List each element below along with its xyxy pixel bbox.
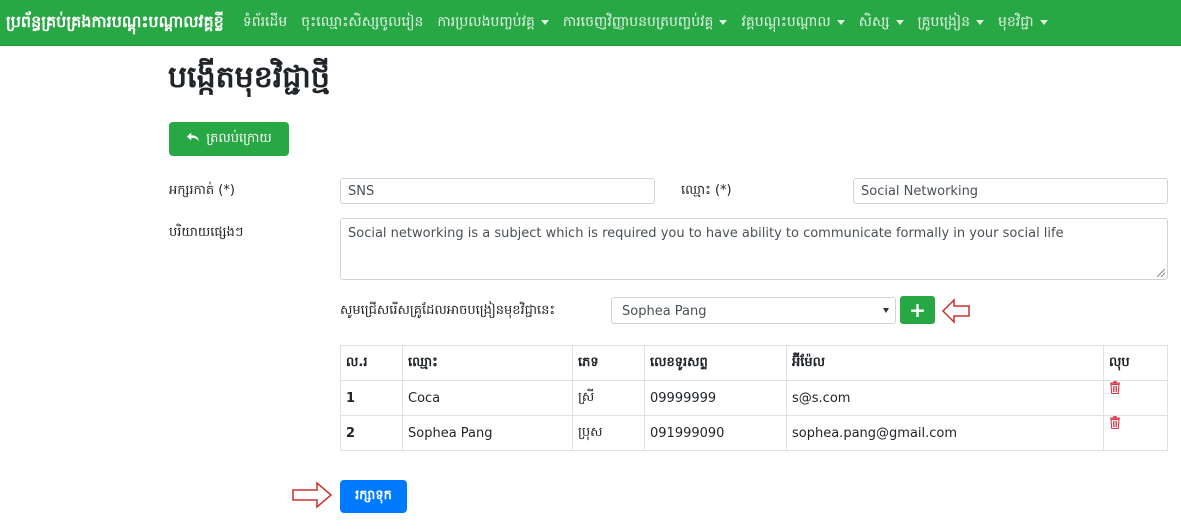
col-number-header: ល.រ	[340, 345, 403, 381]
description-label: បរិយាយផ្សេងៗ	[169, 225, 244, 240]
nav-teachers[interactable]: គ្រូបង្រៀន	[918, 12, 984, 33]
chevron-down-icon	[1039, 20, 1048, 25]
cell-name: Sophea Pang	[402, 415, 573, 451]
cell-email: sophea.pang@gmail.com	[786, 415, 1104, 451]
col-phone-header: លេខទូរសព្ទ	[644, 345, 787, 381]
back-button-label: ត្រលប់ក្រោយ	[206, 130, 272, 146]
name-input[interactable]: Social Networking	[853, 178, 1168, 204]
chevron-down-icon	[895, 20, 904, 25]
col-email-header: អ៊ីម៉ែល	[786, 345, 1104, 381]
cell-sex: ស្រី	[572, 380, 645, 416]
teacher-select-label: សូមជ្រើសរើសគ្រូដែលអាចបង្រៀនមុខវិជ្ជានេះ	[340, 303, 556, 318]
nav-enroll[interactable]: ចុះឈ្មោះសិស្សចូលរៀន	[301, 12, 423, 33]
col-delete-header: លុប	[1103, 345, 1168, 381]
table-row: 1 Coca ស្រី 09999999 s@s.com	[340, 380, 1168, 416]
col-sex-header: ភេទ	[572, 345, 645, 381]
nav-exam[interactable]: ការប្រលងបញ្ចប់វគ្គ	[437, 12, 549, 33]
chevron-down-icon	[540, 20, 549, 25]
teacher-select[interactable]: Sophea Pang	[611, 297, 896, 324]
nav-certificate[interactable]: ការចេញវិញ្ញាបនបត្របញ្ចប់វគ្គ	[563, 12, 728, 33]
name-label: ឈ្មោះ (*)	[681, 183, 732, 198]
description-textarea[interactable]: Social networking is a subject which is …	[340, 218, 1168, 280]
code-label: អក្សរកាត់ (*)	[169, 183, 235, 198]
cell-email: s@s.com	[786, 380, 1104, 416]
nav-subjects[interactable]: មុខវិជ្ជា	[998, 12, 1048, 33]
cell-phone: 09999999	[644, 380, 787, 416]
app-brand[interactable]: ប្រព័ន្ធគ្រប់គ្រងការបណ្តុះបណ្តាលវគ្គខ្លី	[6, 11, 224, 35]
reply-arrow-icon	[186, 130, 200, 148]
description-text: Social networking is a subject which is …	[348, 226, 1064, 241]
teachers-table: ល.រ ឈ្មោះ ភេទ លេខទូរសព្ទ អ៊ីម៉ែល លុប 1 C…	[340, 345, 1168, 451]
cell-number: 1	[340, 380, 403, 416]
cell-delete	[1103, 415, 1168, 451]
teacher-select-value: Sophea Pang	[622, 304, 707, 319]
trash-icon[interactable]	[1109, 381, 1121, 398]
cell-delete	[1103, 380, 1168, 416]
top-navbar: ប្រព័ន្ធគ្រប់គ្រងការបណ្តុះបណ្តាលវគ្គខ្លី…	[0, 0, 1181, 46]
nav-students[interactable]: សិស្ស	[859, 12, 904, 33]
chevron-down-icon	[719, 20, 728, 25]
cell-name: Coca	[402, 380, 573, 416]
chevron-down-icon	[976, 20, 984, 25]
page-title: បង្កើតមុខវិជ្ជាថ្មី	[168, 60, 330, 95]
table-header-row: ល.រ ឈ្មោះ ភេទ លេខទូរសព្ទ អ៊ីម៉ែល លុប	[340, 345, 1168, 381]
right-arrow-annotation-icon	[292, 481, 333, 509]
left-arrow-annotation-icon	[941, 298, 970, 324]
resize-handle-icon[interactable]	[1157, 269, 1165, 277]
add-teacher-button[interactable]: +	[900, 296, 935, 324]
code-input[interactable]: SNS	[340, 178, 655, 204]
save-button[interactable]: រក្សាទុក	[340, 480, 407, 513]
table-row: 2 Sophea Pang ប្រុស 091999090 sophea.pan…	[340, 415, 1168, 451]
cell-phone: 091999090	[644, 415, 787, 451]
nav-home[interactable]: ទំព័រដើម	[243, 12, 287, 33]
cell-number: 2	[340, 415, 403, 451]
nav-courses[interactable]: វគ្គបណ្តុះបណ្តាល	[741, 12, 845, 33]
col-name-header: ឈ្មោះ	[402, 345, 573, 381]
trash-icon[interactable]	[1109, 416, 1121, 433]
cell-sex: ប្រុស	[572, 415, 645, 451]
chevron-down-icon	[883, 308, 889, 313]
back-button[interactable]: ត្រលប់ក្រោយ	[169, 122, 289, 156]
chevron-down-icon	[836, 20, 845, 25]
